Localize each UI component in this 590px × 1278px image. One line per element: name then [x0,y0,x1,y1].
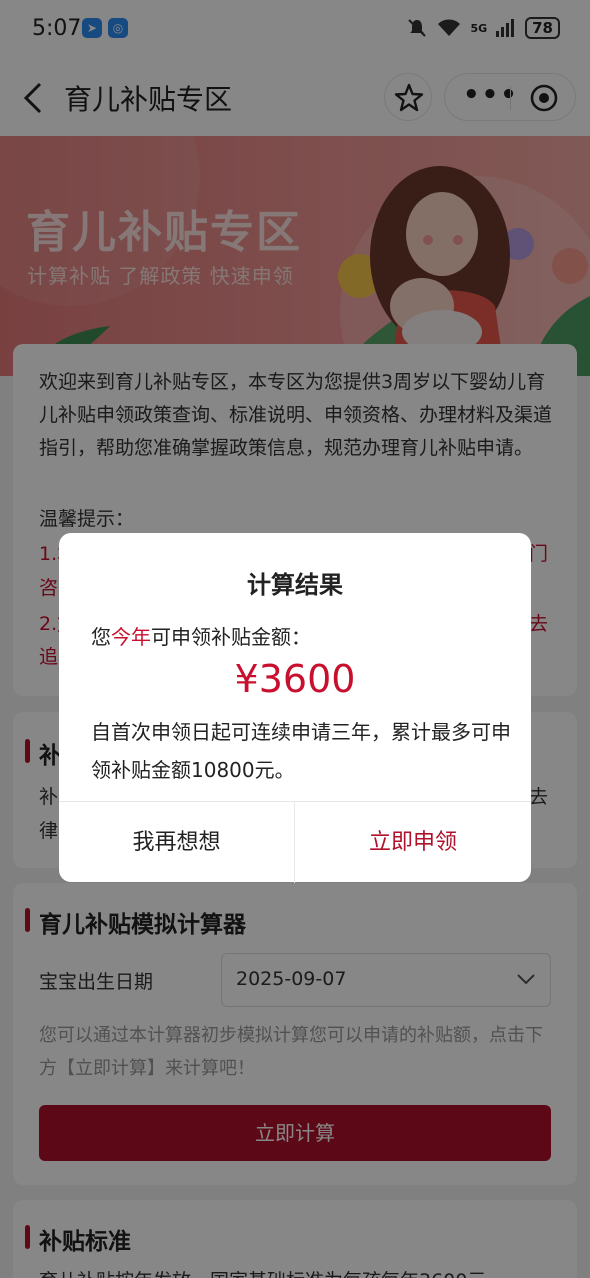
dialog-line-suffix: 可申领补贴金额： [151,625,311,649]
dialog-description: 自首次申领日起可连续申请三年，累计最多可申领补贴金额10800元。 [91,720,511,782]
dialog-title: 计算结果 [247,571,343,599]
dialog-line-prefix: 您 [91,625,111,649]
apply-now-button[interactable]: 立即申领 [295,802,531,883]
dialog-amount: ¥3600 [234,657,356,701]
dialog-amount-label: 您今年可申领补贴金额： [91,621,311,650]
cancel-button[interactable]: 我再想想 [59,802,295,883]
dialog-footer: 我再想想 立即申领 [59,801,531,883]
dialog-line-highlight: 今年 [111,625,151,649]
result-dialog: 计算结果 您今年可申领补贴金额： ¥3600 自首次申领日起可连续申请三年，累计… [59,533,531,883]
